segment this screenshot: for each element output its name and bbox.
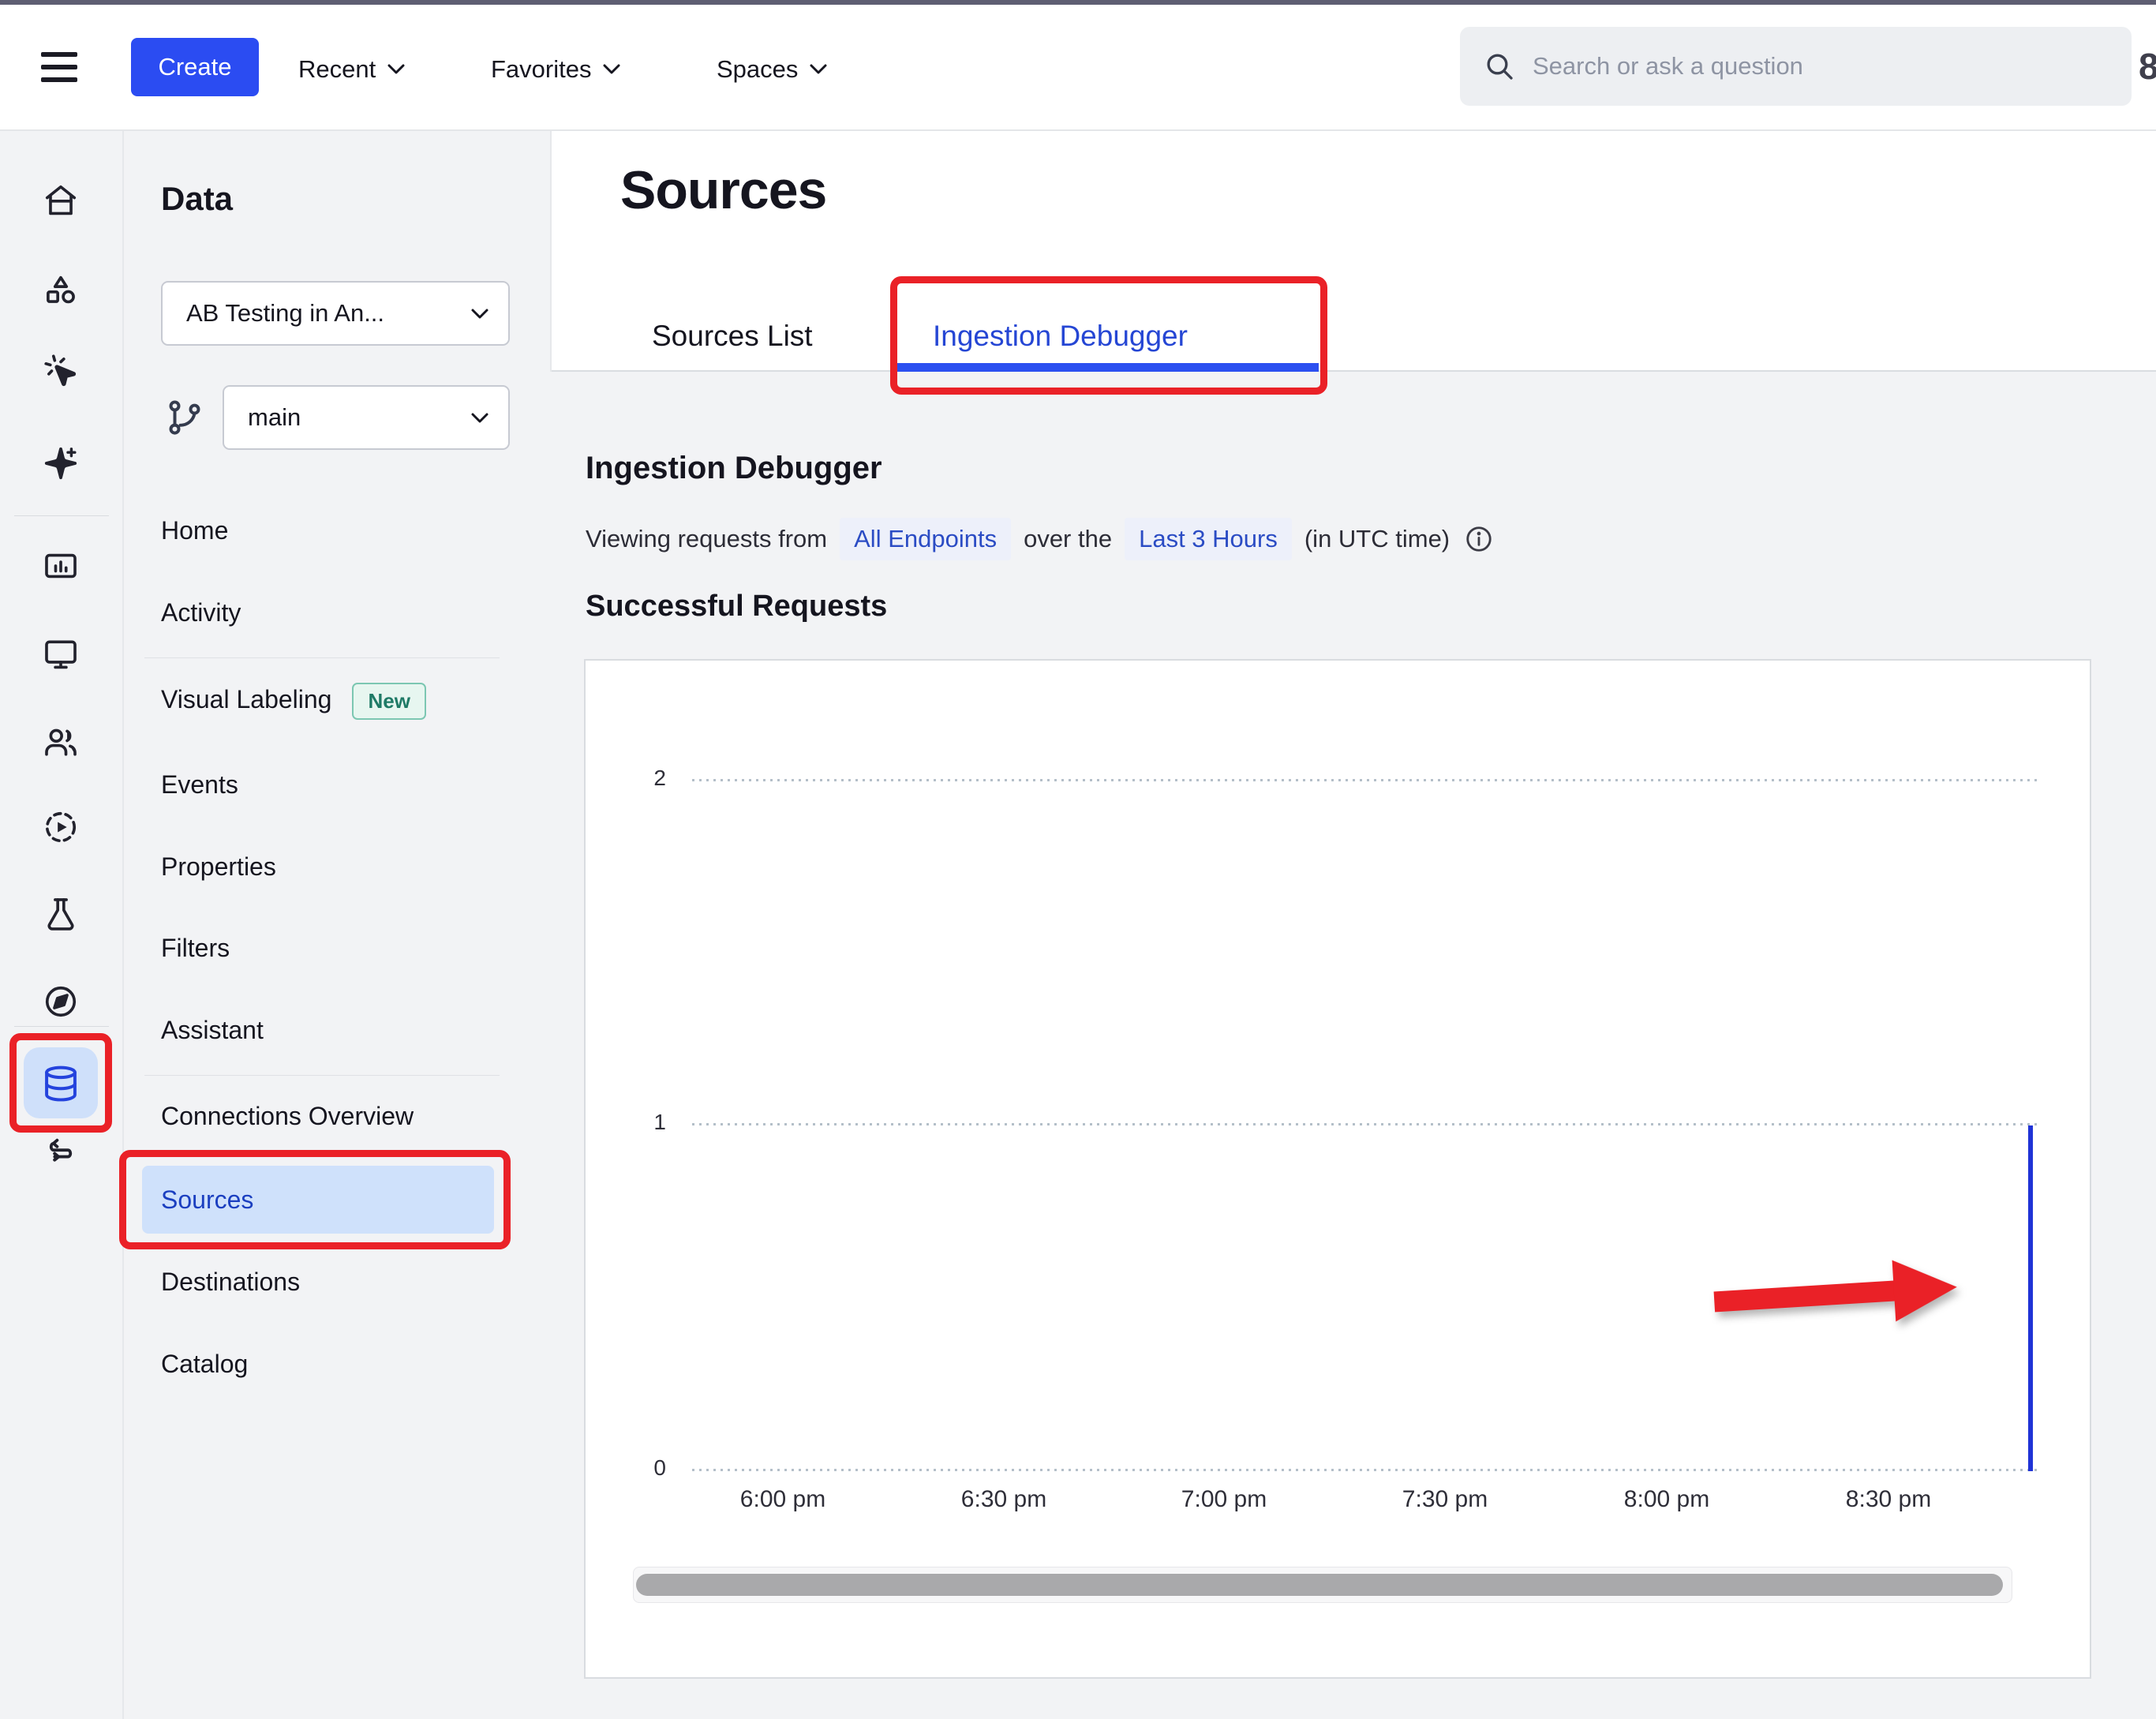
sidebar-item-events[interactable]: Events (161, 753, 238, 816)
chevron-down-icon (387, 64, 405, 75)
viewing-requests-line: Viewing requests from All Endpoints over… (586, 515, 1494, 563)
time-range-chip[interactable]: Last 3 Hours (1125, 518, 1292, 560)
x-tick-700pm: 7:00 pm (1157, 1486, 1291, 1513)
new-badge: New (352, 683, 425, 720)
annotation-arrow (1712, 1255, 1960, 1333)
chevron-down-icon (470, 308, 489, 320)
y-tick-2: 2 (617, 766, 666, 791)
sidebar-title: Data (161, 180, 233, 218)
sidebar-item-visual-labeling[interactable]: Visual Labeling New (161, 668, 426, 731)
spaces-menu-label: Spaces (717, 55, 798, 84)
journeys-icon[interactable] (43, 1135, 79, 1171)
endpoint-filter-chip[interactable]: All Endpoints (840, 518, 1011, 560)
project-selector-value: AB Testing in An... (186, 299, 384, 328)
branch-selector[interactable]: main (223, 385, 510, 450)
search-icon (1484, 51, 1515, 82)
x-tick-730pm: 7:30 pm (1378, 1486, 1512, 1513)
sparkles-icon[interactable] (43, 445, 79, 481)
flask-icon[interactable] (43, 896, 79, 932)
viewing-suffix: (in UTC time) (1304, 525, 1450, 553)
tab-sources-list[interactable]: Sources List (652, 314, 813, 358)
rail-divider (14, 515, 109, 516)
git-branch-icon (165, 398, 204, 437)
scrollbar-thumb[interactable] (636, 1574, 2003, 1596)
page-header-area: Sources Sources List Ingestion Debugger (550, 131, 2156, 372)
viewing-middle: over the (1024, 525, 1112, 553)
search-input[interactable] (1533, 27, 2117, 106)
viewing-prefix: Viewing requests from (586, 525, 827, 553)
sidebar-divider (144, 657, 500, 658)
successful-requests-chart: 2 1 0 6:00 pm 6:30 pm 7:00 pm 7:30 pm 8:… (584, 659, 2091, 1679)
shapes-icon[interactable] (43, 271, 79, 307)
sidebar-item-home[interactable]: Home (161, 499, 228, 562)
chevron-down-icon (810, 64, 827, 75)
favorites-menu[interactable]: Favorites (491, 52, 620, 87)
users-icon[interactable] (43, 724, 79, 760)
page-content-area: Ingestion Debugger Viewing requests from… (550, 372, 2156, 1719)
hamburger-menu-icon[interactable] (41, 49, 77, 84)
gridline-y2 (692, 779, 2038, 781)
y-tick-0: 0 (617, 1455, 666, 1481)
create-button[interactable]: Create (131, 38, 259, 96)
chevron-down-icon (603, 64, 620, 75)
sidebar-item-label: Visual Labeling (161, 685, 331, 713)
left-icon-rail (0, 131, 124, 1719)
project-selector[interactable]: AB Testing in An... (161, 281, 510, 346)
monitor-icon[interactable] (43, 636, 79, 672)
clipped-edge-glyph: 8 (2139, 41, 2156, 96)
active-tab-underline (897, 363, 1319, 372)
top-navigation-bar: Create Recent Favorites Spaces 8 (0, 0, 2156, 131)
sidebar-item-connections-overview[interactable]: Connections Overview (161, 1084, 414, 1148)
favorites-menu-label: Favorites (491, 55, 591, 84)
sidebar-item-activity[interactable]: Activity (161, 581, 241, 644)
play-circle-icon[interactable] (43, 809, 79, 845)
sidebar-item-sources[interactable]: Sources (142, 1166, 494, 1234)
x-tick-630pm: 6:30 pm (937, 1486, 1071, 1513)
window-chrome-strip (0, 0, 2156, 5)
section-title: Ingestion Debugger (586, 451, 882, 486)
tab-ingestion-debugger[interactable]: Ingestion Debugger (933, 314, 1188, 358)
app-window: Create Recent Favorites Spaces 8 (0, 0, 2156, 1719)
sidebar-item-properties[interactable]: Properties (161, 835, 276, 898)
global-search (1460, 27, 2132, 106)
rail-divider (14, 1026, 109, 1027)
sidebar-item-filters[interactable]: Filters (161, 916, 230, 979)
request-spike-line (2028, 1125, 2033, 1471)
data-sidebar: Data AB Testing in An... main Home Activ… (124, 131, 550, 1719)
dashboard-icon[interactable] (43, 548, 79, 584)
recent-menu-label: Recent (298, 55, 376, 84)
click-cursor-icon[interactable] (43, 353, 79, 389)
sidebar-item-destinations[interactable]: Destinations (161, 1250, 300, 1313)
compass-icon[interactable] (43, 983, 79, 1020)
x-tick-800pm: 8:00 pm (1600, 1486, 1734, 1513)
sidebar-divider (144, 1075, 500, 1076)
chart-title: Successful Requests (586, 590, 887, 624)
x-tick-600pm: 6:00 pm (716, 1486, 850, 1513)
gridline-y1 (692, 1123, 2038, 1125)
x-tick-830pm: 8:30 pm (1821, 1486, 1956, 1513)
chevron-down-icon (470, 412, 489, 424)
sidebar-item-assistant[interactable]: Assistant (161, 998, 264, 1062)
branch-selector-value: main (248, 403, 301, 432)
spaces-menu[interactable]: Spaces (717, 52, 827, 87)
database-icon[interactable] (41, 1064, 80, 1103)
info-icon[interactable] (1464, 524, 1494, 554)
sidebar-item-label: Sources (161, 1166, 253, 1234)
page-title: Sources (620, 159, 826, 221)
recent-menu[interactable]: Recent (298, 52, 405, 87)
home-icon[interactable] (43, 182, 79, 219)
gridline-y0 (692, 1469, 2038, 1471)
y-tick-1: 1 (617, 1110, 666, 1135)
chart-horizontal-scrollbar (633, 1567, 2012, 1603)
sidebar-item-catalog[interactable]: Catalog (161, 1332, 248, 1395)
